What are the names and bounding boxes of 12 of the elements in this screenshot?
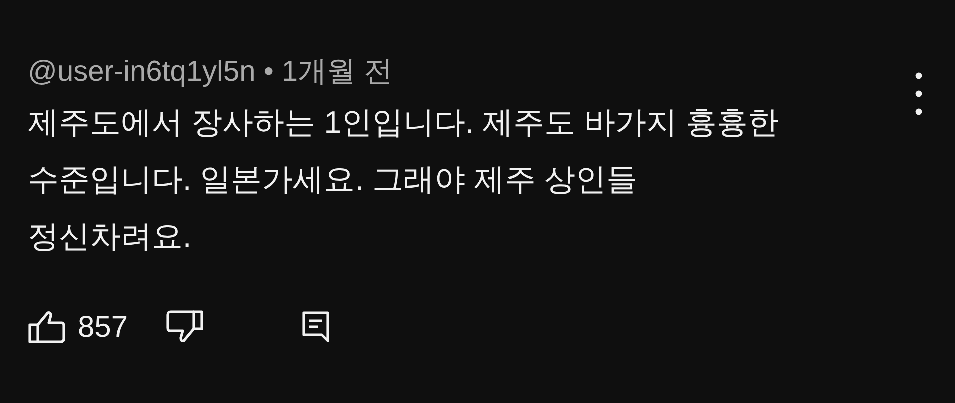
comment-text: 제주도에서 장사하는 1인입니다. 제주도 바가지 흉흉한 수준입니다. 일본가세요. 그래야 제주 상인들 정신차려요. xyxy=(28,104,780,256)
separator-dot: • xyxy=(264,55,274,90)
thumbs-up-icon xyxy=(28,310,66,344)
like-count: 857 xyxy=(78,310,128,346)
menu-icon xyxy=(915,70,923,118)
dislike-button[interactable] xyxy=(166,310,204,344)
comment-time: 1개월 전 xyxy=(282,55,394,90)
like-button[interactable] xyxy=(28,310,66,344)
comment-icon xyxy=(302,311,330,343)
thumbs-down-icon xyxy=(166,310,204,344)
author-name[interactable]: @user-in6tq1yl5n xyxy=(28,52,256,92)
reply-button[interactable] xyxy=(302,311,330,343)
